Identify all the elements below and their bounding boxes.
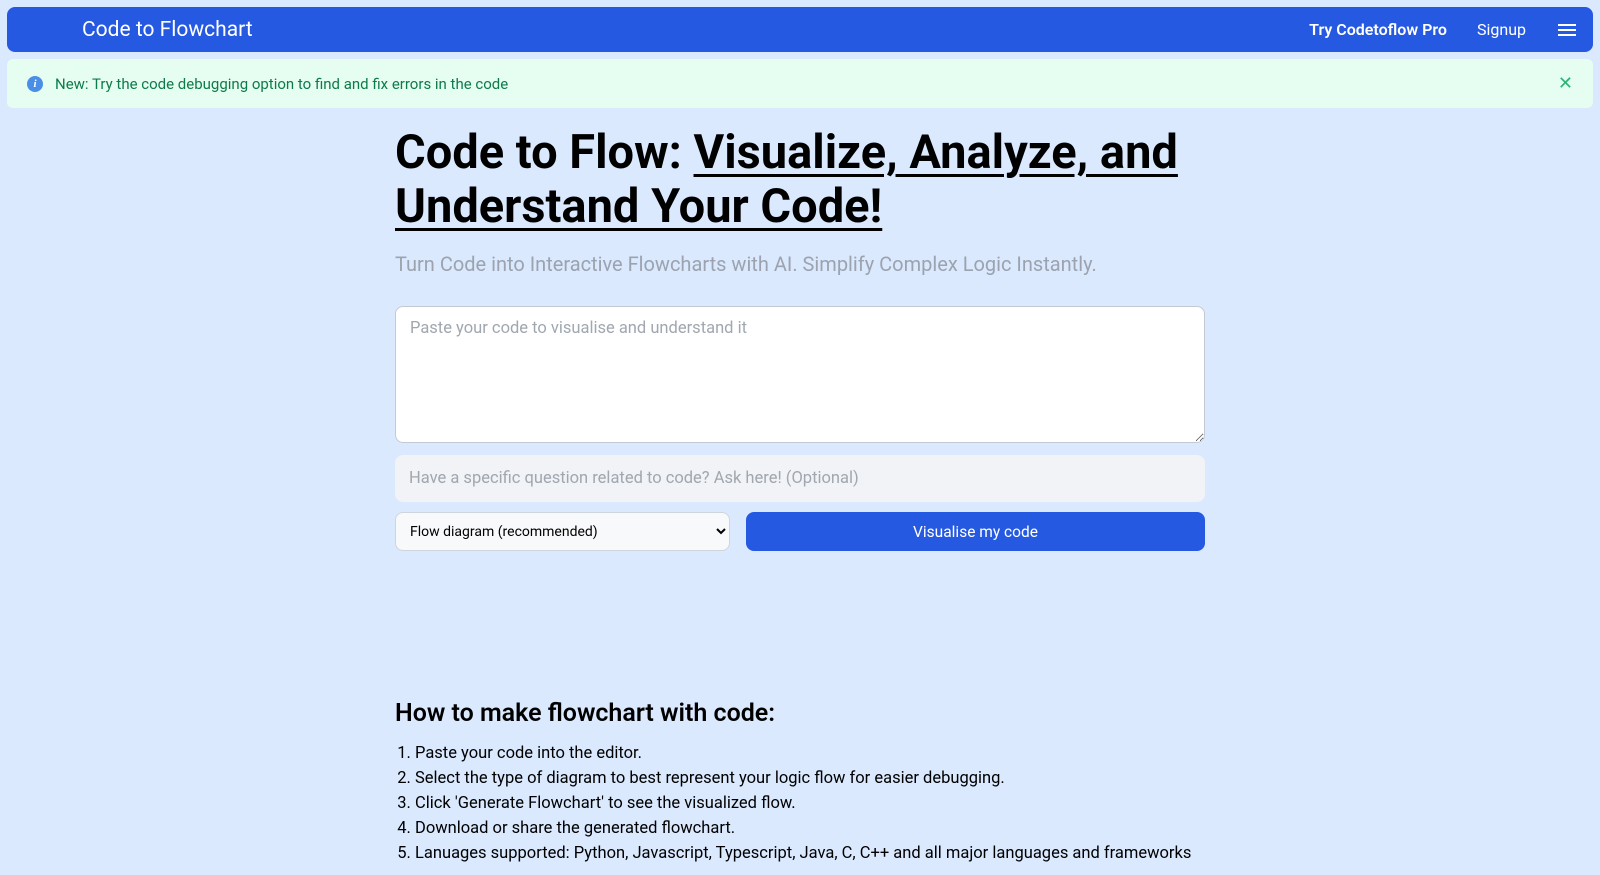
info-icon: i [27, 76, 43, 92]
brand-logo[interactable]: Code to Flowchart [82, 18, 253, 42]
hero-title-prefix: Code to Flow: [395, 125, 694, 180]
howto-list: Paste your code into the editor. Select … [395, 742, 1205, 865]
banner-text: New: Try the code debugging option to fi… [55, 75, 508, 93]
howto-step: Paste your code into the editor. [415, 742, 1205, 765]
header: Code to Flowchart Try Codetoflow Pro Sig… [7, 7, 1593, 52]
howto-step: Select the type of diagram to best repre… [415, 767, 1205, 790]
howto-step: Download or share the generated flowchar… [415, 817, 1205, 840]
close-icon[interactable]: ✕ [1558, 73, 1573, 94]
code-input[interactable] [395, 306, 1205, 443]
main-content: Code to Flow: Visualize, Analyze, and Un… [375, 126, 1225, 866]
howto-section: How to make flowchart with code: Paste y… [395, 699, 1205, 865]
try-pro-link[interactable]: Try Codetoflow Pro [1309, 20, 1447, 39]
question-input[interactable] [395, 455, 1205, 502]
howto-title: How to make flowchart with code: [395, 699, 1205, 728]
signup-link[interactable]: Signup [1477, 20, 1526, 39]
hero-title: Code to Flow: Visualize, Analyze, and Un… [395, 126, 1205, 234]
hero-subtitle: Turn Code into Interactive Flowcharts wi… [395, 252, 1205, 276]
info-banner: i New: Try the code debugging option to … [7, 59, 1593, 108]
banner-content: i New: Try the code debugging option to … [27, 75, 508, 93]
controls-row: Flow diagram (recommended) Visualise my … [395, 512, 1205, 551]
diagram-type-select[interactable]: Flow diagram (recommended) [395, 512, 730, 551]
hamburger-menu-icon[interactable] [1556, 19, 1578, 41]
howto-step: Lanuages supported: Python, Javascript, … [415, 842, 1205, 865]
visualise-button[interactable]: Visualise my code [746, 512, 1205, 551]
nav-right: Try Codetoflow Pro Signup [1309, 19, 1578, 41]
howto-step: Click 'Generate Flowchart' to see the vi… [415, 792, 1205, 815]
